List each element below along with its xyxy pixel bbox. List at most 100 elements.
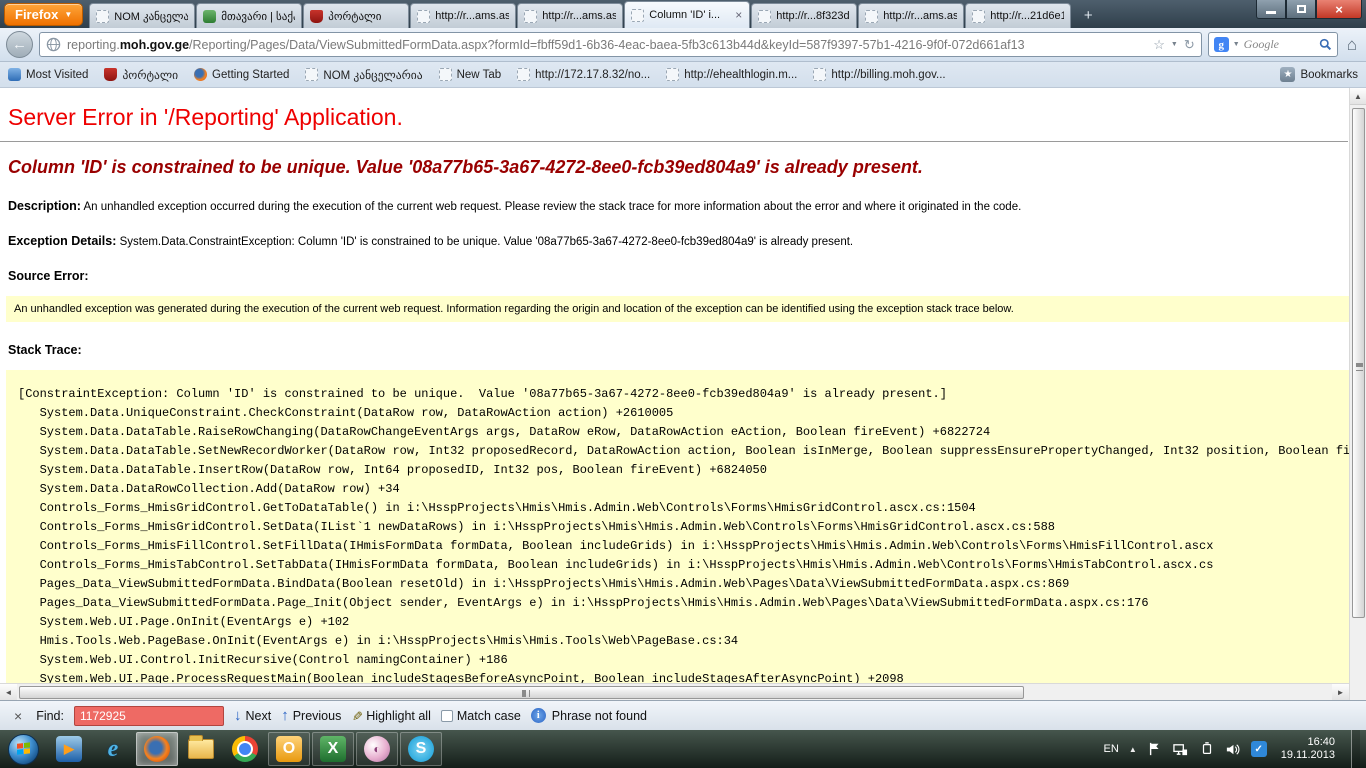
stack-line: Controls_Forms_HmisTabControl.SetTabData… — [18, 556, 1360, 575]
language-indicator[interactable]: EN — [1104, 743, 1119, 755]
tab-url-1[interactable]: http://r...ams.aspx — [410, 3, 516, 28]
tab-column-id-active[interactable]: Column 'ID' i... × — [624, 1, 750, 28]
start-button[interactable] — [8, 734, 39, 765]
scroll-left-icon[interactable]: ◄ — [0, 684, 17, 700]
search-icon[interactable] — [1319, 38, 1332, 51]
tab-url-2[interactable]: http://r...ams.aspx — [517, 3, 623, 28]
close-button[interactable]: × — [1316, 0, 1362, 19]
tab-mtavari[interactable]: მთავარი | საქა... — [196, 3, 302, 28]
arrow-down-icon: ↓ — [234, 707, 242, 724]
minimize-button[interactable] — [1256, 0, 1286, 19]
bookmark-label: Getting Started — [212, 69, 289, 81]
search-box[interactable]: g ▼ Google — [1208, 32, 1338, 57]
taskbar-clock[interactable]: 16:40 19.11.2013 — [1281, 736, 1335, 762]
vertical-scrollbar-thumb[interactable] — [1352, 108, 1365, 618]
url-bar[interactable]: reporting.moh.gov.ge/Reporting/Pages/Dat… — [39, 32, 1202, 57]
placeholder-favicon — [758, 10, 771, 23]
back-button[interactable]: ← — [6, 31, 33, 58]
placeholder-favicon — [865, 10, 878, 23]
description-label: Description: — [8, 199, 81, 213]
bookmark-portali[interactable]: პორტალი — [104, 68, 178, 82]
windows-logo-icon — [17, 742, 31, 755]
horizontal-scrollbar[interactable]: ◄ ► — [0, 683, 1349, 700]
stack-line: Controls_Forms_HmisFillControl.SetFillDa… — [18, 537, 1360, 556]
show-desktop-button[interactable] — [1351, 730, 1360, 768]
match-case-checkbox[interactable]: Match case — [441, 709, 521, 723]
tab-url-4[interactable]: http://r...ams.aspx — [858, 3, 964, 28]
taskbar-excel[interactable]: X — [312, 732, 354, 766]
tab-close-icon[interactable]: × — [734, 8, 743, 22]
bookmark-star-icon[interactable]: ☆ — [1153, 37, 1165, 53]
placeholder-icon — [517, 68, 530, 81]
bookmarks-toolbar: Most Visited პორტალი Getting Started NOM… — [0, 62, 1366, 88]
taskbar-media-player[interactable]: ▶ — [48, 732, 90, 766]
find-next-label: Next — [245, 709, 271, 723]
stack-line: System.Web.UI.Page.OnInit(EventArgs e) +… — [18, 613, 1360, 632]
tray-expand-icon[interactable]: ▲ — [1129, 745, 1137, 754]
placeholder-icon — [439, 68, 452, 81]
stack-trace-row: Stack Trace: — [8, 343, 1358, 357]
tab-label: http://r...ams.aspx — [435, 10, 509, 22]
error-message: Column 'ID' is constrained to be unique.… — [8, 157, 1358, 178]
taskbar-paint[interactable]: ◐ — [356, 732, 398, 766]
stack-trace-label: Stack Trace: — [8, 343, 82, 357]
bookmark-172[interactable]: http://172.17.8.32/no... — [517, 68, 650, 81]
tab-portali[interactable]: პორტალი — [303, 3, 409, 28]
tab-label: პორტალი — [328, 10, 402, 23]
scroll-up-icon[interactable]: ▲ — [1350, 88, 1366, 105]
highlight-all-button[interactable]: ✎ Highlight all — [351, 708, 431, 724]
bookmark-label: NOM კანცელარია — [323, 68, 422, 82]
exception-details-row: Exception Details: System.Data.Constrain… — [8, 234, 1358, 248]
tab-url-5[interactable]: http://r...21d6e12 — [965, 3, 1071, 28]
restore-button[interactable] — [1286, 0, 1316, 19]
volume-icon[interactable] — [1225, 741, 1241, 757]
horizontal-scrollbar-thumb[interactable] — [19, 686, 1024, 699]
new-tab-button[interactable]: + — [1075, 5, 1101, 26]
dropbox-icon[interactable]: ✓ — [1251, 741, 1267, 757]
home-icon[interactable]: ⌂ — [1344, 35, 1360, 55]
find-close-icon[interactable]: × — [10, 708, 26, 724]
bookmark-most-visited[interactable]: Most Visited — [8, 68, 88, 81]
find-next-button[interactable]: ↓ Next — [234, 707, 271, 724]
tab-nom[interactable]: NOM კანცელარ... — [89, 3, 195, 28]
bookmarks-menu-button[interactable]: ★ Bookmarks — [1280, 67, 1358, 82]
stack-line: [ConstraintException: Column 'ID' is con… — [18, 385, 1360, 404]
taskbar-chrome[interactable] — [224, 732, 266, 766]
url-dropdown-icon[interactable]: ▼ — [1171, 41, 1178, 48]
bookmark-getting-started[interactable]: Getting Started — [194, 68, 289, 81]
vertical-scrollbar[interactable]: ▲ — [1349, 88, 1366, 700]
checkbox-icon — [441, 710, 453, 722]
tab-url-3[interactable]: http://r...8f323d21 — [751, 3, 857, 28]
network-icon[interactable] — [1173, 741, 1189, 757]
taskbar-firefox-active[interactable] — [136, 732, 178, 766]
bookmark-billing[interactable]: http://billing.moh.gov... — [813, 68, 945, 81]
taskbar-outlook[interactable]: O — [268, 732, 310, 766]
bookmark-ehealthlogin[interactable]: http://ehealthlogin.m... — [666, 68, 797, 81]
stack-line: Pages_Data_ViewSubmittedFormData.BindDat… — [18, 575, 1360, 594]
url-prefix: reporting. — [67, 38, 120, 52]
bookmark-new-tab[interactable]: New Tab — [439, 68, 502, 81]
firefox-icon — [144, 736, 170, 762]
reload-icon[interactable]: ↻ — [1184, 37, 1195, 53]
bookmark-nom[interactable]: NOM კანცელარია — [305, 68, 422, 82]
chrome-icon — [232, 736, 258, 762]
find-previous-button[interactable]: ↑ Previous — [281, 707, 341, 724]
find-previous-label: Previous — [293, 709, 342, 723]
find-input[interactable] — [74, 706, 224, 726]
scroll-right-icon[interactable]: ► — [1332, 684, 1349, 700]
taskbar-file-explorer[interactable] — [180, 732, 222, 766]
stack-line: Controls_Forms_HmisGridControl.GetToData… — [18, 499, 1360, 518]
device-icon[interactable] — [1199, 741, 1215, 757]
google-engine-icon: g — [1214, 37, 1229, 52]
firefox-menu-button[interactable]: Firefox ▼ — [4, 3, 83, 26]
search-placeholder: Google — [1244, 37, 1315, 52]
taskbar-skype[interactable]: S — [400, 732, 442, 766]
search-engine-dropdown-icon[interactable]: ▼ — [1233, 41, 1240, 48]
window-controls: × — [1256, 0, 1362, 19]
stack-line: Hmis.Tools.Web.PageBase.OnInit(EventArgs… — [18, 632, 1360, 651]
clock-time: 16:40 — [1281, 736, 1335, 749]
tab-label: http://r...ams.aspx — [542, 10, 616, 22]
action-center-flag-icon[interactable] — [1147, 741, 1163, 757]
taskbar-internet-explorer[interactable]: e — [92, 732, 134, 766]
bookmark-label: http://billing.moh.gov... — [831, 69, 945, 81]
